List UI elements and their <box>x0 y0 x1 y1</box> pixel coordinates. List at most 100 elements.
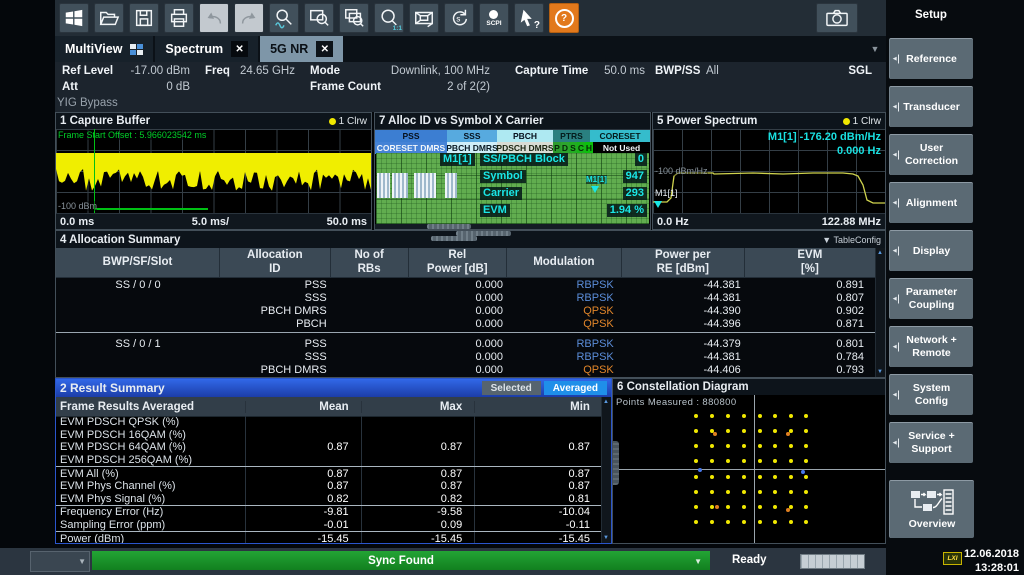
allocation-column-header[interactable]: Power per RE [dBm] <box>622 248 745 278</box>
allocation-column-header[interactable]: Allocation ID <box>220 248 331 278</box>
panel-title-bar[interactable]: 1 Capture Buffer 1 Clrw <box>56 113 371 130</box>
scroll-thumb[interactable] <box>427 224 471 229</box>
result-row[interactable]: EVM PDSCH 256QAM (%) <box>56 454 602 467</box>
panel-title: 5 Power Spectrum <box>657 115 757 127</box>
result-column-header[interactable]: Min <box>474 401 602 413</box>
panel-title-bar[interactable]: 6 Constellation Diagram <box>613 379 885 396</box>
tab-averaged[interactable]: Averaged <box>544 381 607 395</box>
table-config-button[interactable]: ▼ TableConfig <box>822 235 881 245</box>
softkey-reference[interactable]: Reference◂ <box>889 38 973 79</box>
marker-m1-label[interactable]: M1[1] <box>655 188 678 198</box>
allocation-row[interactable]: SS / 0 / 0PSS0.000RBPSK-44.3810.891 <box>56 278 876 291</box>
tab-overflow-button[interactable]: ▼ <box>864 36 886 62</box>
windows-start-button[interactable] <box>59 3 89 33</box>
tab-spectrum[interactable]: Spectrum ✕ <box>155 36 258 62</box>
allocation-table-body[interactable]: SS / 0 / 0PSS0.000RBPSK-44.3810.891SSS0.… <box>56 278 876 377</box>
result-row[interactable]: EVM All (%)0.870.870.87 <box>56 466 602 480</box>
help-button[interactable]: ? <box>549 3 579 33</box>
tab-multiview[interactable]: MultiView <box>55 36 153 62</box>
close-icon[interactable]: ✕ <box>231 41 248 57</box>
status-dropdown[interactable]: ▼ <box>30 551 90 572</box>
constellation-plot[interactable]: Points Measured : 880800 <box>613 395 885 543</box>
ref-level-value[interactable]: -17.00 dBm <box>115 65 190 77</box>
marker-m1-label[interactable]: M1[1] <box>586 175 607 184</box>
bwp-value[interactable]: All <box>706 65 719 77</box>
save-button[interactable] <box>129 3 159 33</box>
zoom-one-to-one-button[interactable]: 1:1 <box>374 3 404 33</box>
allocation-column-header[interactable]: Modulation <box>507 248 622 278</box>
allocation-column-header[interactable]: EVM [%] <box>745 248 876 278</box>
sync-status-bar[interactable]: Sync Found ▼ <box>92 551 710 570</box>
power-spectrum-plot[interactable]: M1[1] -176.20 dBm/Hz 0.000 Hz -100 dBm/H… <box>653 129 885 214</box>
open-file-button[interactable] <box>94 3 124 33</box>
dropdown-icon[interactable]: ▼ <box>694 557 702 566</box>
softkey-parameter-coupling[interactable]: Parameter Coupling◂ <box>889 278 973 319</box>
allocation-row[interactable]: SSS0.000RBPSK-44.3810.807 <box>56 291 876 304</box>
softkey-transducer[interactable]: Transducer◂ <box>889 86 973 127</box>
allocation-row[interactable]: SS / 0 / 1PSS0.000RBPSK-44.3790.801 <box>56 337 876 350</box>
result-row[interactable]: Sampling Error (ppm)-0.010.09-0.11 <box>56 519 602 532</box>
allocation-row[interactable]: PBCH DMRS0.000QPSK-44.4060.793 <box>56 363 876 376</box>
allocation-column-header[interactable]: BWP/SF/Slot <box>56 248 220 278</box>
frame-count-value[interactable]: 2 of 2(2) <box>355 81 490 93</box>
scroll-thumb[interactable] <box>456 231 511 236</box>
redo-button[interactable] <box>234 3 264 33</box>
capture-time-value[interactable]: 50.0 ms <box>595 65 645 77</box>
zoom-signal-button[interactable] <box>269 3 299 33</box>
mode-value[interactable]: Downlink, 100 MHz <box>355 65 490 77</box>
result-column-header[interactable]: Max <box>361 401 475 413</box>
capture-buffer-plot[interactable]: Frame Start Offset : 5.966023542 ms -100… <box>56 129 371 214</box>
softkey-alignment[interactable]: Alignment◂ <box>889 182 973 223</box>
softkey-network-remote[interactable]: Network + Remote◂ <box>889 326 973 367</box>
undo-button[interactable] <box>199 3 229 33</box>
constellation-point <box>789 444 793 448</box>
result-row[interactable]: EVM PDSCH 64QAM (%)0.870.870.87 <box>56 441 602 454</box>
marker-m1-icon[interactable] <box>654 201 662 208</box>
softkey-display[interactable]: Display◂ <box>889 230 973 271</box>
freq-value[interactable]: 24.65 GHz <box>240 65 295 77</box>
panel-title-bar[interactable]: 2 Result Summary Selected Averaged <box>56 379 611 397</box>
context-help-button[interactable]: ? <box>514 3 544 33</box>
measurement-progress-bar <box>800 554 865 569</box>
result-row[interactable]: Frequency Error (Hz)-9.81-9.58-10.04 <box>56 505 602 519</box>
sync-button[interactable]: s <box>444 3 474 33</box>
softkey-user-correction[interactable]: User Correction◂ <box>889 134 973 175</box>
alloc-grid-plot[interactable]: M1[1] SS/PBCH Block 0 Symbol 947 Carrier… <box>376 153 649 224</box>
zoom-area-button[interactable] <box>304 3 334 33</box>
result-column-header[interactable]: Frame Results Averaged <box>56 401 245 413</box>
result-row[interactable]: EVM Phys Signal (%)0.820.820.81 <box>56 493 602 506</box>
result-row[interactable]: EVM PDSCH QPSK (%) <box>56 416 602 429</box>
result-vertical-scrollbar[interactable]: ▲▼ <box>601 397 611 543</box>
panel-drag-handle[interactable] <box>613 441 619 485</box>
result-row[interactable]: Power (dBm)-15.45-15.45-15.45 <box>56 531 602 543</box>
att-value[interactable]: 0 dB <box>115 81 190 93</box>
result-row[interactable]: EVM Phys Channel (%)0.870.870.87 <box>56 480 602 493</box>
display-frame-button[interactable] <box>409 3 439 33</box>
close-icon[interactable]: ✕ <box>316 41 333 57</box>
allocation-row[interactable]: PBCH0.000QPSK-44.3960.871 <box>56 317 876 330</box>
allocation-vertical-scrollbar[interactable]: ▲▼ <box>875 248 885 377</box>
allocation-row[interactable]: PBCH DMRS0.000QPSK-44.3900.902 <box>56 304 876 317</box>
softkey-system-config[interactable]: System Config◂ <box>889 374 973 415</box>
tab-5g-nr[interactable]: 5G NR ✕ <box>260 36 343 62</box>
allocation-row[interactable]: SSS0.000RBPSK-44.3810.784 <box>56 350 876 363</box>
alloc-horizontal-scrollbar[interactable] <box>375 224 650 229</box>
scpi-recorder-button[interactable]: SCPI <box>479 3 509 33</box>
tab-selected[interactable]: Selected <box>482 381 541 395</box>
overview-button[interactable]: Overview <box>889 480 974 538</box>
scroll-thumb[interactable] <box>431 236 477 241</box>
marker-m1-icon[interactable] <box>591 186 599 193</box>
panel-title-bar[interactable]: 7 Alloc ID vs Symbol X Carrier <box>375 113 650 130</box>
result-row[interactable]: EVM PDSCH 16QAM (%) <box>56 429 602 442</box>
result-table-body[interactable]: EVM PDSCH QPSK (%)EVM PDSCH 16QAM (%)EVM… <box>56 416 602 543</box>
multi-zoom-button[interactable] <box>339 3 369 33</box>
constellation-point <box>742 490 746 494</box>
panel-title-bar[interactable]: 5 Power Spectrum 1 Clrw <box>653 113 885 130</box>
screenshot-button[interactable] <box>816 3 858 33</box>
i-axis-line <box>613 469 885 470</box>
result-column-header[interactable]: Mean <box>245 401 361 413</box>
allocation-column-header[interactable]: Rel Power [dB] <box>409 248 507 278</box>
softkey-service-support[interactable]: Service + Support◂ <box>889 422 973 463</box>
allocation-column-header[interactable]: No of RBs <box>331 248 409 278</box>
print-button[interactable] <box>164 3 194 33</box>
